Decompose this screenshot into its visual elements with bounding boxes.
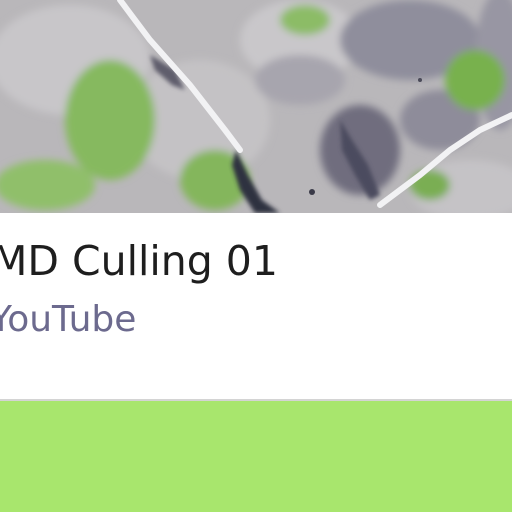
video-title[interactable]: MD Culling 01 <box>0 235 278 287</box>
video-source-label: YouTube <box>0 299 137 340</box>
video-metadata: MD Culling 01 YouTube <box>0 213 512 400</box>
accent-bar <box>0 401 512 512</box>
video-embed-card[interactable]: MD Culling 01 YouTube <box>0 0 512 512</box>
aerial-terrain-image <box>0 0 512 213</box>
video-thumbnail[interactable] <box>0 0 512 213</box>
